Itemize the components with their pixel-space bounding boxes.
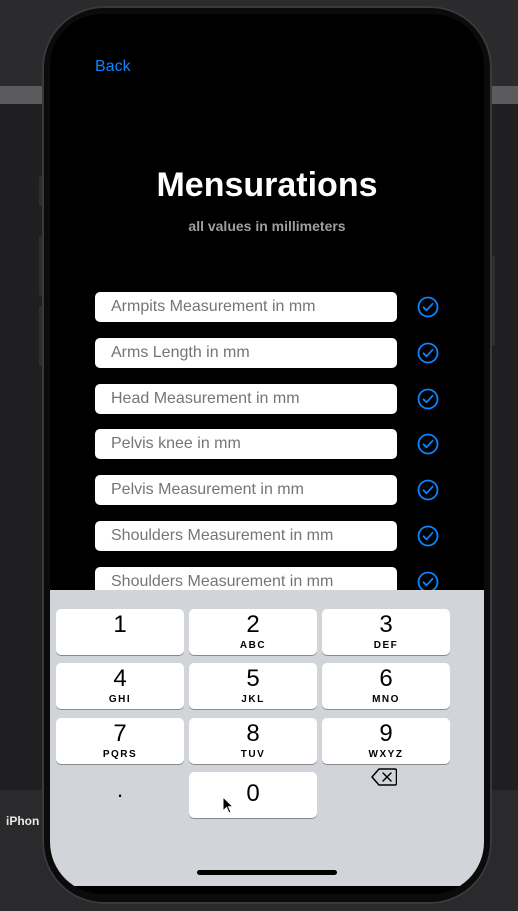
page-subtitle: all values in millimeters <box>188 218 346 234</box>
measurement-row <box>95 338 455 368</box>
checkmark-circle-icon[interactable] <box>417 525 439 547</box>
key-digit: 8 <box>246 720 260 747</box>
mute-switch <box>39 176 42 206</box>
key-5[interactable]: 5 JKL <box>189 663 317 709</box>
key-letters: DEF <box>373 640 399 651</box>
page-title: Mensurations <box>156 166 378 204</box>
measurement-input[interactable] <box>95 521 397 551</box>
key-0[interactable]: 0 <box>189 772 317 818</box>
key-7[interactable]: 7 PQRS <box>56 718 184 764</box>
delete-key[interactable] <box>320 754 448 800</box>
numeric-keypad: 1 2 ABC 3 DEF 4 GHI 5 JKL 6 MNO 7 PQRS 8 TUV 9 WXYZ. 0 <box>50 590 484 886</box>
key-digit: 1 <box>113 611 127 638</box>
key-digit: 3 <box>379 611 393 638</box>
key-2[interactable]: 2 ABC <box>189 609 317 655</box>
key-8[interactable]: 8 TUV <box>189 718 317 764</box>
mouse-pointer-icon <box>222 796 234 814</box>
checkmark-circle-icon[interactable] <box>417 433 439 455</box>
measurement-input[interactable] <box>95 429 397 459</box>
home-indicator <box>197 870 337 875</box>
measurement-row <box>95 475 455 505</box>
key-decimal[interactable]: . <box>56 772 184 818</box>
key-1[interactable]: 1 <box>56 609 184 655</box>
checkmark-circle-icon[interactable] <box>417 342 439 364</box>
checkmark-circle-icon[interactable] <box>417 388 439 410</box>
measurement-input[interactable] <box>95 338 397 368</box>
measurement-row <box>95 292 455 322</box>
checkmark-circle-icon[interactable] <box>417 479 439 501</box>
key-digit: 0 <box>246 780 260 807</box>
volume-down-button <box>39 306 42 366</box>
key-digit: . <box>116 777 124 802</box>
key-digit: 7 <box>113 720 127 747</box>
key-digit: 2 <box>246 611 260 638</box>
key-letters: MNO <box>372 694 400 705</box>
key-digit: 9 <box>379 720 393 747</box>
backspace-icon <box>371 768 398 786</box>
back-button[interactable]: Back <box>95 58 131 76</box>
key-letters: JKL <box>241 694 265 705</box>
simulator-label: iPhon <box>6 814 40 828</box>
key-digit: 4 <box>113 665 127 692</box>
key-letters: ABC <box>239 640 267 651</box>
key-3[interactable]: 3 DEF <box>322 609 450 655</box>
key-4[interactable]: 4 GHI <box>56 663 184 709</box>
measurement-input[interactable] <box>95 475 397 505</box>
power-button <box>492 256 495 346</box>
key-letters: GHI <box>108 694 132 705</box>
key-6[interactable]: 6 MNO <box>322 663 450 709</box>
key-digit: 5 <box>246 665 260 692</box>
key-letters: PQRS <box>102 749 138 760</box>
measurement-row <box>95 521 455 551</box>
measurement-input[interactable] <box>95 384 397 414</box>
phone-frame: Back Mensurations all values in millimet… <box>39 6 495 904</box>
measurement-input[interactable] <box>95 292 397 322</box>
volume-up-button <box>39 236 42 296</box>
checkmark-circle-icon[interactable] <box>417 296 439 318</box>
phone-screen: Back Mensurations all values in millimet… <box>50 14 484 894</box>
key-letters: TUV <box>240 749 266 760</box>
measurement-row <box>95 429 455 459</box>
measurement-row <box>95 384 455 414</box>
key-digit: 6 <box>379 665 393 692</box>
